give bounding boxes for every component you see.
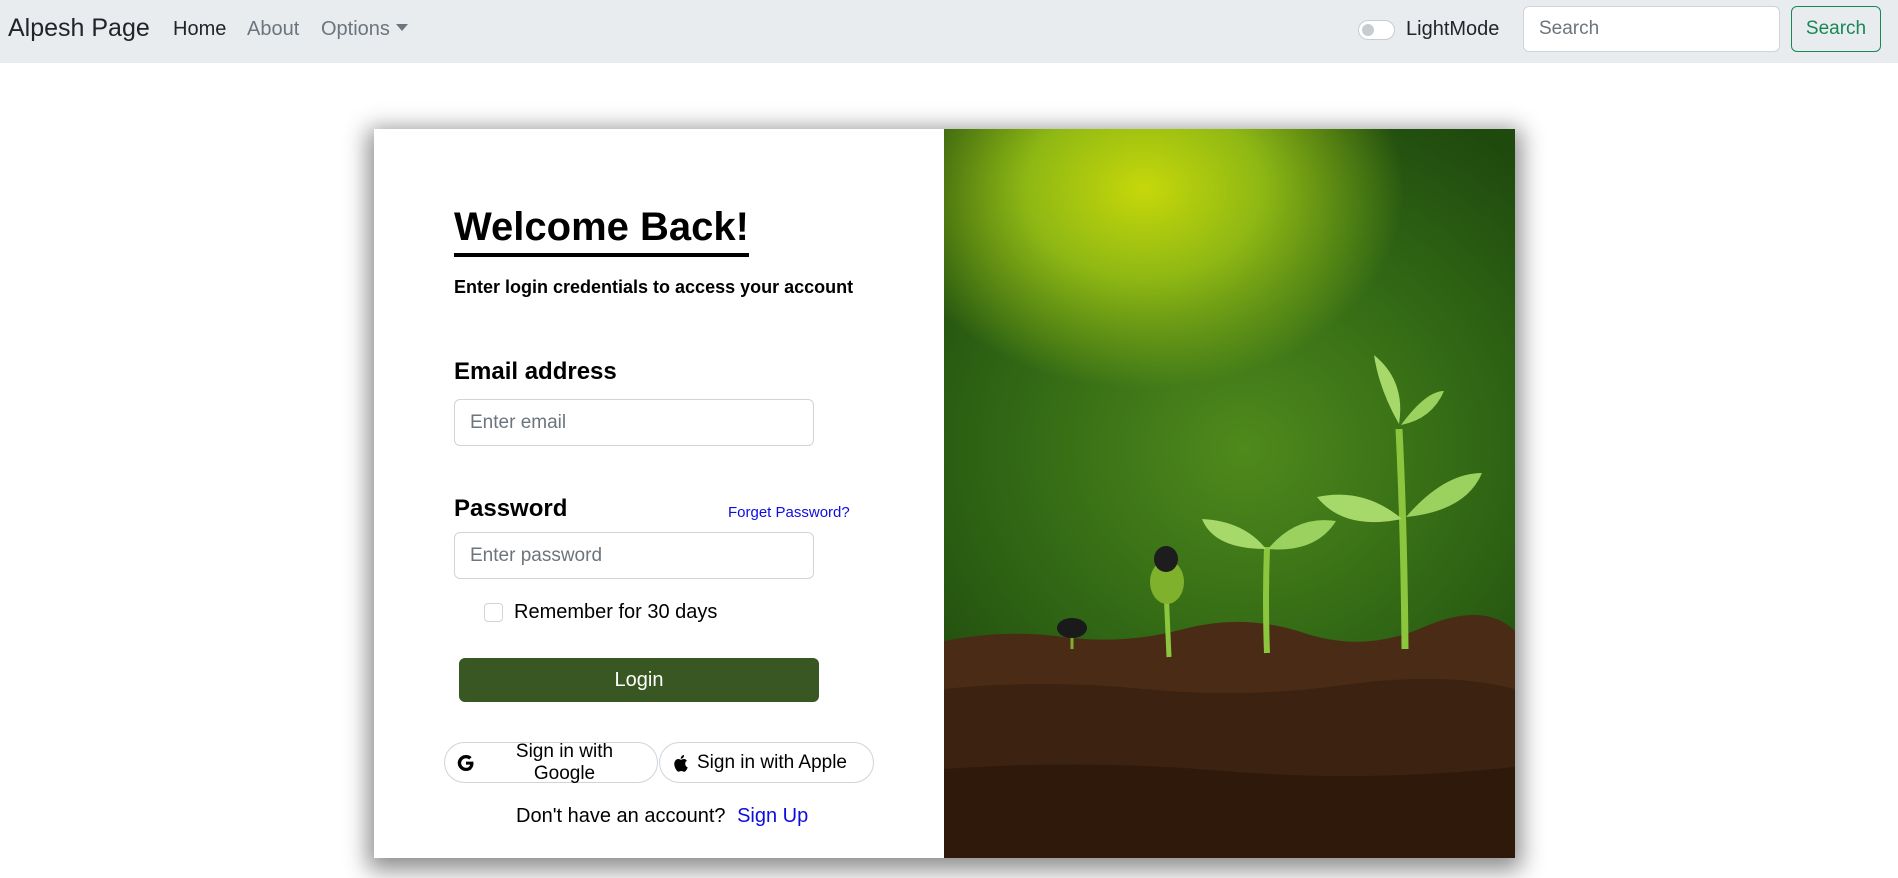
nav-options-dropdown[interactable]: Options [321, 18, 408, 41]
email-label: Email address [454, 358, 617, 385]
lightmode-label: LightMode [1406, 18, 1500, 40]
page-title: Welcome Back! [454, 201, 749, 257]
login-form-panel: Welcome Back! Enter login credentials to… [374, 129, 944, 858]
login-subtitle: Enter login credentials to access your a… [454, 277, 854, 297]
signup-row: Don't have an account? Sign Up [516, 805, 808, 828]
no-account-text: Don't have an account? [516, 805, 726, 827]
signup-link[interactable]: Sign Up [737, 805, 808, 827]
nav-options-label: Options [321, 18, 390, 40]
google-signin-label: Sign in with Google [515, 740, 614, 784]
apple-signin-button[interactable]: Sign in with Apple [659, 742, 874, 783]
apple-icon [674, 754, 688, 772]
search-button[interactable]: Search [1791, 6, 1881, 52]
hero-image [944, 129, 1515, 858]
password-label: Password [454, 495, 568, 522]
google-icon [457, 754, 474, 771]
login-button[interactable]: Login [459, 658, 819, 702]
remember-label[interactable]: Remember for 30 days [514, 601, 717, 624]
caret-down-icon [395, 24, 408, 31]
lightmode-toggle[interactable] [1358, 20, 1395, 40]
forgot-password-link[interactable]: Forget Password? [728, 504, 850, 521]
email-field[interactable] [454, 399, 814, 446]
password-field[interactable] [454, 532, 814, 579]
remember-checkbox[interactable] [484, 603, 503, 622]
brand[interactable]: Alpesh Page [8, 14, 150, 43]
seedlings-illustration [944, 355, 1515, 858]
login-card: Welcome Back! Enter login credentials to… [374, 129, 1515, 858]
apple-signin-label: Sign in with Apple [697, 751, 847, 773]
navbar: Alpesh Page Home About Options LightMode… [0, 0, 1898, 63]
google-signin-button[interactable]: Sign in with Google [444, 740, 658, 784]
nav-about[interactable]: About [247, 18, 299, 41]
nav-home[interactable]: Home [173, 18, 226, 41]
search-input[interactable] [1523, 6, 1780, 52]
toggle-knob [1362, 24, 1374, 36]
